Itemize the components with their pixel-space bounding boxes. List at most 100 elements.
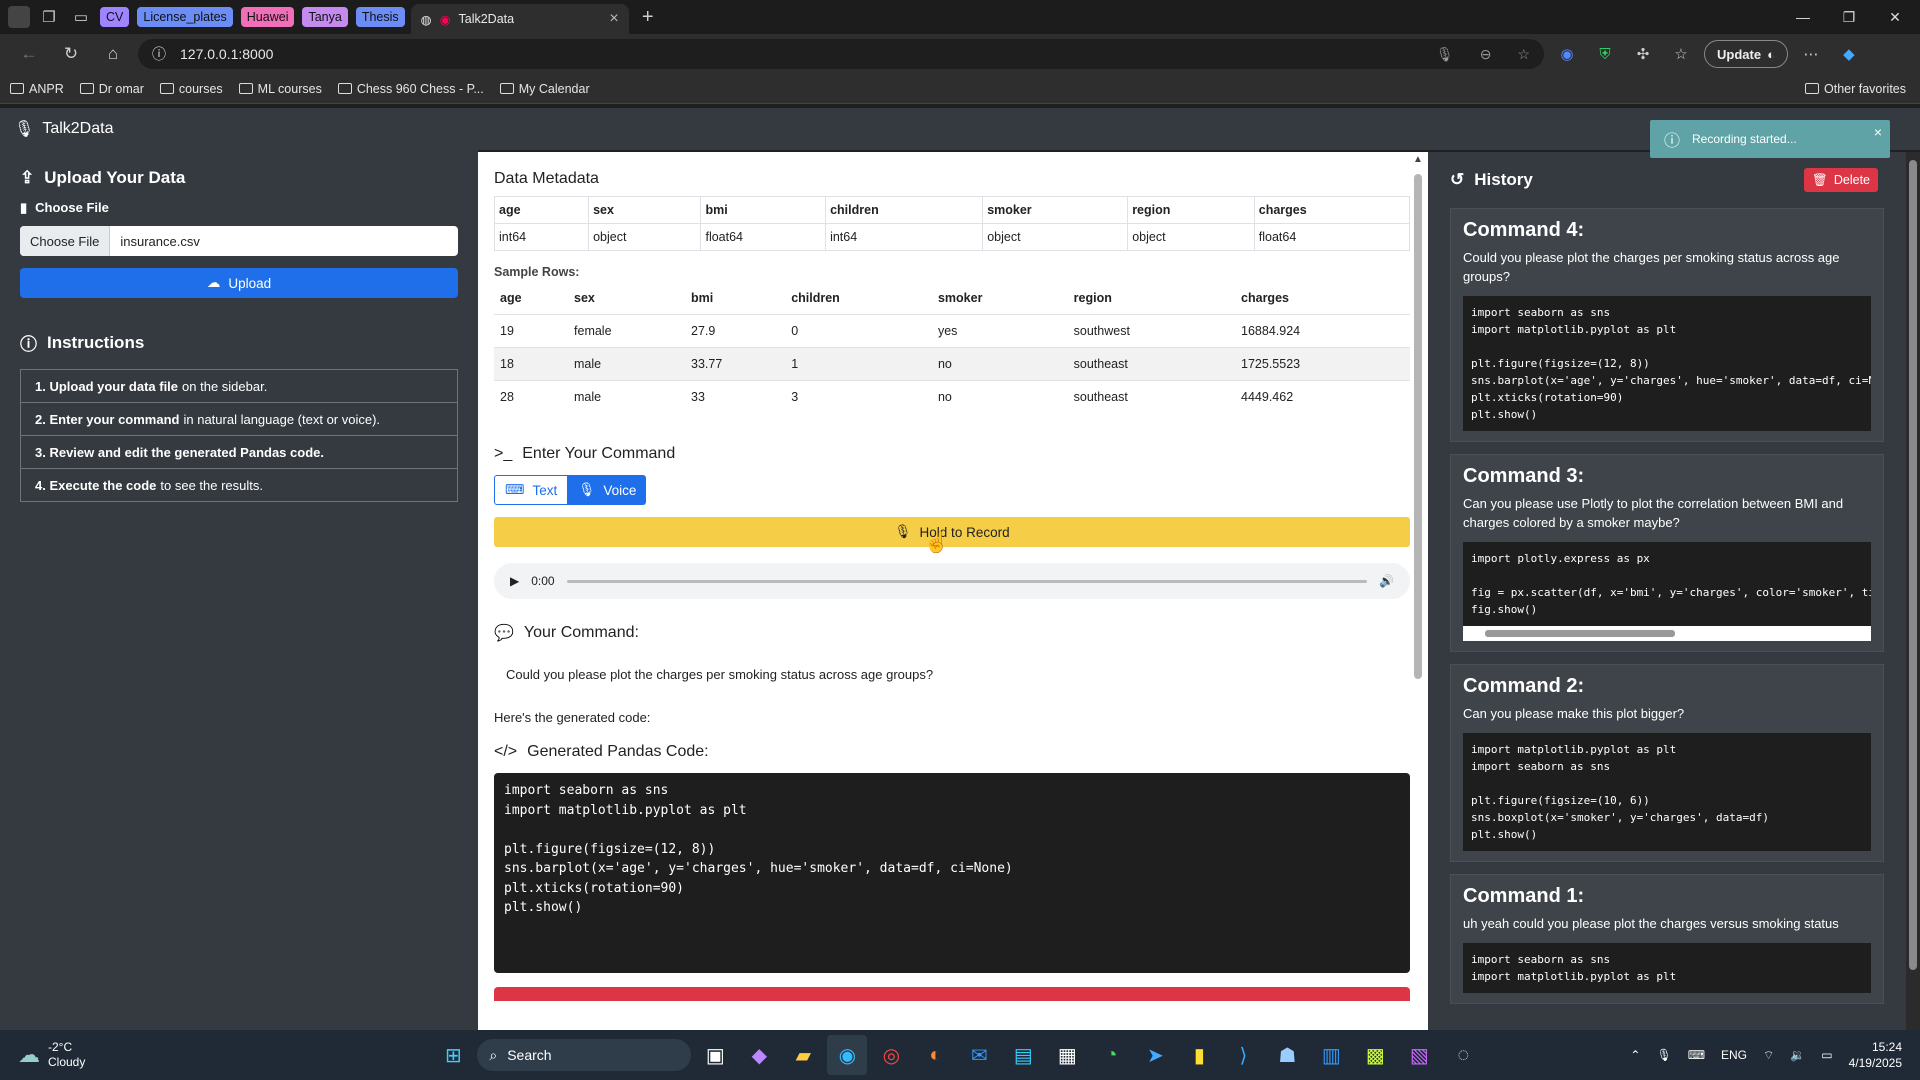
command-code[interactable]: import matplotlib.pyplot as plt import s… (1463, 733, 1871, 851)
bookmark-item[interactable]: My Calendar (499, 82, 590, 96)
workspaces-icon[interactable]: ❐ (36, 4, 62, 30)
bookmark-item[interactable]: courses (159, 82, 223, 96)
history-header: ↺ History 🗑 Delete (1442, 152, 1892, 208)
code-hscrollbar[interactable] (1463, 626, 1871, 641)
chevron-up-icon[interactable]: ⌃ (1630, 1048, 1640, 1062)
file-explorer-icon[interactable]: ▰ (783, 1035, 823, 1075)
back-icon[interactable]: ← (12, 39, 46, 69)
telegram-icon[interactable]: ➤ (1135, 1035, 1175, 1075)
command-code[interactable]: import seaborn as sns import matplotlib.… (1463, 296, 1871, 431)
metadata-cell: bmi (700, 196, 827, 224)
trello-icon[interactable]: ▥ (1311, 1035, 1351, 1075)
active-tab[interactable]: ◍ ◉ Talk2Data × (410, 4, 629, 34)
execute-button[interactable] (494, 987, 1410, 1001)
app-icon[interactable]: ☗ (1267, 1035, 1307, 1075)
copilot-icon[interactable]: ◆ (739, 1035, 779, 1075)
url-text: 127.0.0.1:8000 (180, 46, 274, 62)
firefox-icon[interactable]: ◐ (915, 1035, 955, 1075)
bookmark-item[interactable]: ANPR (10, 82, 64, 96)
home-icon[interactable]: ⌂ (96, 39, 130, 69)
main-scroll-thumb[interactable] (1414, 174, 1422, 679)
windows-start-icon[interactable]: ⊞ (433, 1035, 473, 1075)
volume-icon[interactable]: 🔊 (1379, 574, 1394, 588)
clock[interactable]: 15:24 4/19/2025 (1849, 1039, 1902, 1071)
url-input[interactable]: ⓘ 127.0.0.1:8000 🎙 ⊖ ☆ (138, 39, 1544, 69)
taskbar-search[interactable]: ⌕ Search (477, 1039, 692, 1071)
info-icon[interactable]: ⓘ (152, 44, 166, 64)
favorite-star-icon[interactable]: ☆ (1517, 46, 1530, 63)
upload-button[interactable]: ☁ Upload (20, 268, 458, 298)
bookmark-item[interactable]: Chess 960 Chess - P... (337, 81, 484, 96)
language-indicator[interactable]: ENG (1721, 1048, 1747, 1062)
mic-icon: 🎙 (894, 524, 912, 539)
copilot-icon[interactable]: ◆ (1834, 39, 1864, 69)
hold-to-record-button[interactable]: 🎙 Hold to Record (494, 517, 1410, 547)
pycharm-icon[interactable]: ▩ (1355, 1035, 1395, 1075)
refresh-icon[interactable]: ↻ (54, 39, 88, 69)
tab-group-1[interactable]: License_plates (137, 7, 233, 27)
keyboard-tray-icon[interactable]: ⌨ (1688, 1048, 1705, 1062)
tab-group-2[interactable]: Huawei (240, 7, 295, 27)
restore-icon[interactable]: ❐ (1826, 0, 1872, 34)
code-editor[interactable]: import seaborn as sns import matplotlib.… (494, 773, 1410, 973)
extensions-puzzle-icon[interactable]: ✣ (1628, 39, 1658, 69)
zoom-icon[interactable]: ⊖ (1480, 46, 1492, 63)
command-code[interactable]: import plotly.express as px fig = px.sca… (1463, 542, 1871, 626)
task-view-icon[interactable]: ▣ (695, 1035, 735, 1075)
outlook-icon[interactable]: ✉ (959, 1035, 999, 1075)
minimize-icon[interactable]: — (1780, 0, 1826, 34)
close-window-icon[interactable]: ✕ (1872, 0, 1918, 34)
more-icon[interactable]: ⋯ (1796, 39, 1826, 69)
command-text: Could you please plot the charges per sm… (1463, 250, 1840, 284)
tab-actions-icon[interactable]: ▭ (68, 4, 94, 30)
tab-group-3[interactable]: Tanya (302, 7, 348, 27)
bookmark-item[interactable]: Dr omar (79, 82, 144, 96)
bookmark-label: Chess 960 Chess - P... (356, 81, 484, 96)
new-tab-icon[interactable]: + (635, 4, 661, 30)
play-icon[interactable]: ▶ (510, 574, 519, 588)
main-scrollbar[interactable]: ▲ (1412, 154, 1424, 1028)
command-text: Can you please use Plotly to plot the co… (1463, 496, 1844, 530)
choose-file-button[interactable]: Choose File (20, 226, 111, 256)
history-scroll-thumb[interactable] (1909, 160, 1917, 970)
vscode-icon[interactable]: ⟩ (1223, 1035, 1263, 1075)
media-icon[interactable]: ▧ (1399, 1035, 1439, 1075)
history-scrollbar[interactable] (1906, 152, 1920, 1030)
code-heading: </> Generated Pandas Code: (494, 743, 1410, 761)
app-title[interactable]: Talk2Data (42, 120, 113, 138)
chat-icon[interactable]: ▤ (1003, 1035, 1043, 1075)
whatsapp-icon[interactable]: ◔ (1091, 1035, 1131, 1075)
close-tab-icon[interactable]: × (609, 10, 618, 28)
sticky-notes-icon[interactable]: ▮ (1179, 1035, 1219, 1075)
chrome-icon[interactable]: ◎ (871, 1035, 911, 1075)
store-icon[interactable]: ▦ (1047, 1035, 1087, 1075)
update-button[interactable]: Update ◐ (1704, 40, 1788, 68)
profile-avatar[interactable] (8, 6, 30, 28)
weather-widget[interactable]: ☁ -2°C Cloudy (18, 1040, 85, 1070)
command-code[interactable]: import seaborn as sns import matplotlib.… (1463, 943, 1871, 993)
file-input[interactable]: Choose File insurance.csv (20, 226, 458, 256)
code-hscroll-thumb[interactable] (1485, 630, 1675, 637)
delete-button[interactable]: 🗑 Delete (1803, 168, 1878, 192)
bookmark-item[interactable]: ML courses (238, 82, 322, 96)
volume-tray-icon[interactable]: 🔉 (1790, 1048, 1805, 1062)
shield-icon[interactable]: ⛨ (1590, 39, 1620, 69)
recorder-icon[interactable]: ◌ (1443, 1035, 1483, 1075)
history-command: Command 2: Can you please make this plot … (1450, 664, 1884, 862)
mic-icon[interactable]: 🎙 (1436, 46, 1454, 63)
favorites-icon[interactable]: ☆ (1666, 39, 1696, 69)
tab-group-4[interactable]: Thesis (355, 7, 405, 27)
microphone-icon: 🎙 (14, 121, 35, 138)
close-toast-icon[interactable]: × (1874, 124, 1882, 140)
text-mode-button[interactable]: ⌨ Text (494, 475, 569, 505)
tab-group-0[interactable]: CV (100, 7, 130, 27)
edge-icon[interactable]: ◉ (827, 1035, 868, 1075)
other-favorites[interactable]: Other favorites (1805, 82, 1906, 96)
battery-icon[interactable]: ▭ (1821, 1048, 1832, 1062)
extension-icon[interactable]: ◉ (1552, 39, 1582, 69)
scroll-up-icon[interactable]: ▲ (1412, 154, 1424, 165)
voice-mode-button[interactable]: 🎙 Voice (568, 475, 647, 505)
wifi-icon[interactable]: ⌔ (1763, 1048, 1774, 1063)
audio-progress-slider[interactable] (566, 579, 1368, 583)
mic-tray-icon[interactable]: 🎙 (1656, 1048, 1671, 1062)
